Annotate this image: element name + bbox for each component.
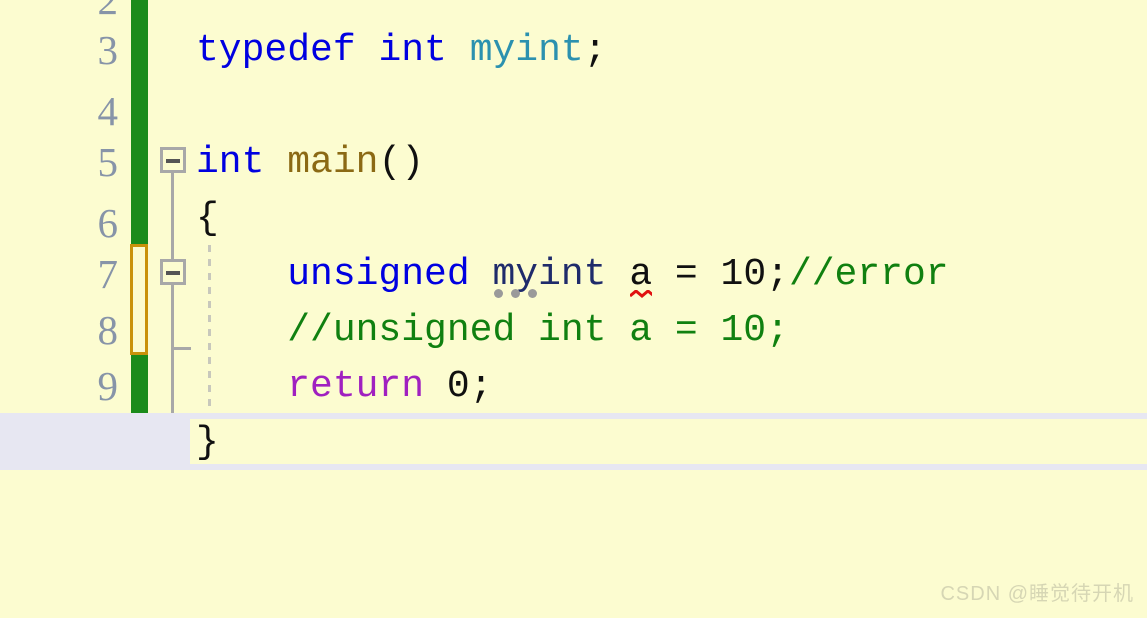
smart-tag-myint[interactable]: myint xyxy=(492,244,607,305)
error-squiggle-wrapper: a xyxy=(629,244,653,305)
code-editor[interactable]: 2 3 4 5 6 7 8 9 10 typedef int myint; in… xyxy=(0,0,1147,618)
token-space-3b xyxy=(447,29,470,72)
code-line-6[interactable]: { xyxy=(196,188,219,249)
token-indent-8 xyxy=(196,309,287,352)
token-return: return xyxy=(287,365,425,408)
token-space-5 xyxy=(264,141,287,184)
token-space-7a xyxy=(470,253,493,296)
code-line-3[interactable]: typedef int myint; xyxy=(196,20,607,81)
token-typedef: typedef xyxy=(196,29,356,72)
token-comment-error: //error xyxy=(788,253,949,296)
token-indent-7 xyxy=(196,253,287,296)
code-line-5[interactable]: int main() xyxy=(196,132,424,193)
token-zero: 0; xyxy=(446,365,493,408)
token-assign-10: = 10; xyxy=(652,253,789,296)
token-space-7b xyxy=(607,253,630,296)
code-line-10[interactable]: } xyxy=(196,412,219,473)
code-text-area[interactable]: typedef int myint; int main() { unsigned… xyxy=(0,0,1147,480)
token-comment-unsigned-int: //unsigned int a = 10; xyxy=(287,309,789,352)
token-space-3a xyxy=(356,29,379,72)
code-line-8[interactable]: //unsigned int a = 10; xyxy=(196,300,789,361)
token-unsigned: unsigned xyxy=(287,253,470,296)
token-close-brace: } xyxy=(196,421,219,464)
token-parens: () xyxy=(378,141,425,184)
token-myint-type: myint xyxy=(469,29,584,72)
code-line-7[interactable]: unsigned myint a = 10;//error xyxy=(196,244,949,305)
token-main: main xyxy=(287,141,379,184)
token-open-brace: { xyxy=(196,197,219,240)
code-line-9[interactable]: return 0; xyxy=(196,356,492,417)
quick-actions-dots-icon[interactable] xyxy=(492,289,606,298)
token-int-3: int xyxy=(378,29,447,72)
watermark: CSDN @睡觉待开机 xyxy=(940,583,1134,605)
token-semicolon-3: ; xyxy=(583,29,607,72)
token-indent-9 xyxy=(196,365,287,408)
error-squiggle-icon xyxy=(630,290,653,298)
token-int-5: int xyxy=(196,141,265,184)
token-space-9 xyxy=(424,365,447,408)
